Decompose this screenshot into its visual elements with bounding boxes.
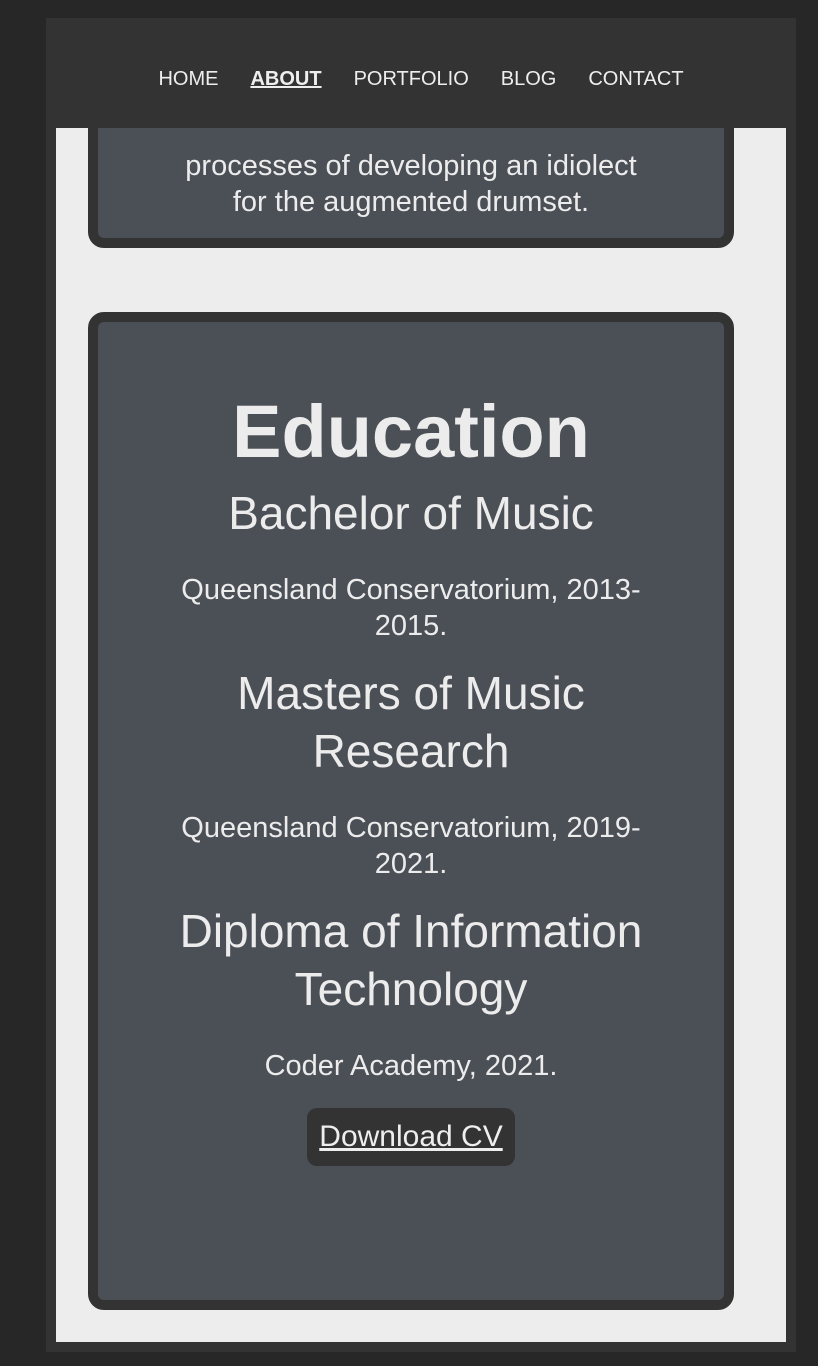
degree-title: Masters of Music Research [237, 667, 585, 777]
degree-details: Queensland Conservatorium, 2019-2021. [181, 812, 641, 880]
degree-title: Diploma of Information Technology [179, 905, 643, 1015]
education-card: Education Bachelor of Music Queensland C… [88, 312, 734, 1310]
main-nav: HOME ABOUT PORTFOLIO BLOG CONTACT [46, 18, 796, 128]
intro-text-line: processes of developing an idiolect [185, 150, 637, 182]
nav-contact[interactable]: CONTACT [588, 68, 683, 91]
nav-home[interactable]: HOME [158, 68, 218, 91]
page-content: processes of developing an idiolect for … [56, 128, 786, 1342]
nav-about[interactable]: ABOUT [250, 68, 321, 91]
intro-card: processes of developing an idiolect for … [88, 128, 734, 248]
download-cv-button[interactable]: Download CV [307, 1108, 515, 1166]
degree-title: Bachelor of Music [228, 487, 594, 539]
degree-details: Queensland Conservatorium, 2013-2015. [181, 574, 641, 642]
intro-text-line: for the augmented drumset. [232, 186, 590, 218]
education-title: Education [232, 390, 590, 473]
degree-details: Coder Academy, 2021. [264, 1050, 558, 1082]
nav-portfolio[interactable]: PORTFOLIO [354, 68, 469, 91]
nav-blog[interactable]: BLOG [501, 68, 557, 91]
